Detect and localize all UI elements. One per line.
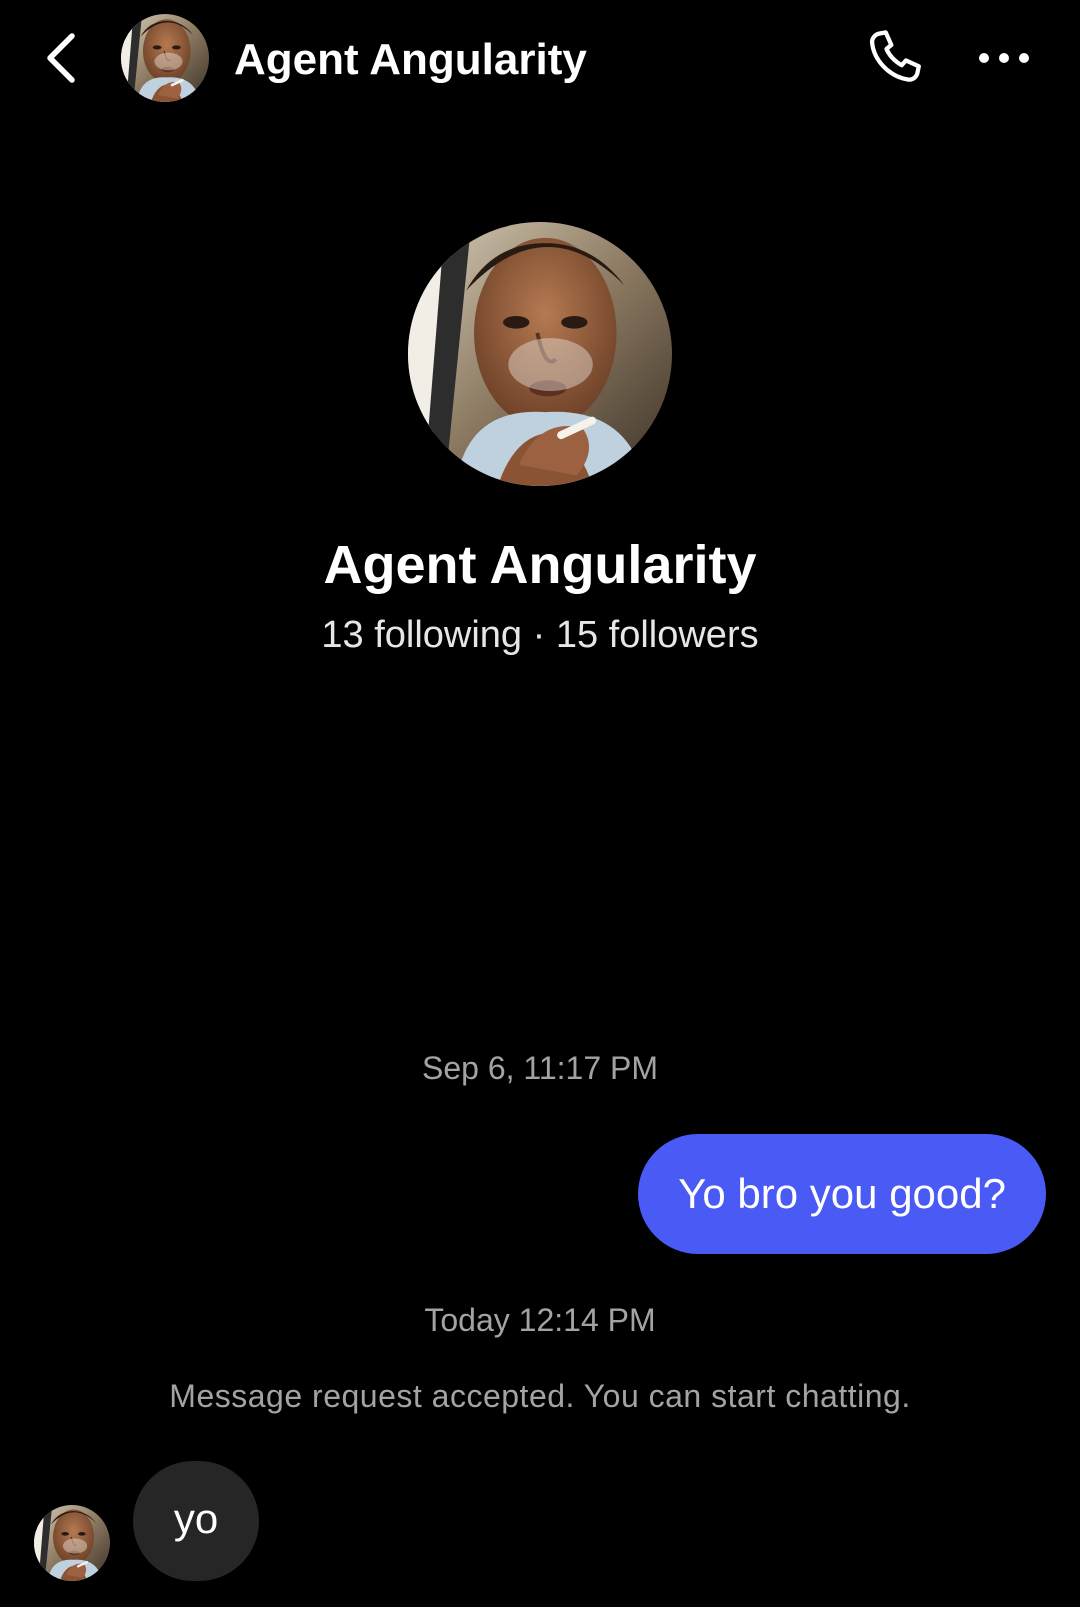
profile-stats: 13 following · 15 followers xyxy=(321,614,759,656)
phone-icon xyxy=(869,30,921,82)
top-nav-bar: Agent Angularity xyxy=(0,0,1080,120)
message-timestamp: Sep 6, 11:17 PM xyxy=(422,1050,658,1086)
sender-avatar[interactable] xyxy=(34,1505,110,1581)
system-notice: Message request accepted. You can start … xyxy=(169,1378,911,1414)
header-title[interactable]: Agent Angularity xyxy=(234,30,587,90)
back-button[interactable] xyxy=(36,28,84,88)
header-avatar[interactable] xyxy=(121,14,209,102)
chevron-left-icon xyxy=(47,33,75,83)
call-button[interactable] xyxy=(858,22,930,94)
more-options-button[interactable] xyxy=(966,26,1042,90)
message-timestamp: Today 12:14 PM xyxy=(424,1302,656,1338)
profile-name[interactable]: Agent Angularity xyxy=(0,532,1080,598)
incoming-message-bubble[interactable]: yo xyxy=(133,1461,259,1581)
outgoing-message-bubble[interactable]: Yo bro you good? xyxy=(638,1134,1046,1254)
profile-avatar[interactable] xyxy=(408,222,672,486)
more-horizontal-icon xyxy=(979,53,1029,63)
